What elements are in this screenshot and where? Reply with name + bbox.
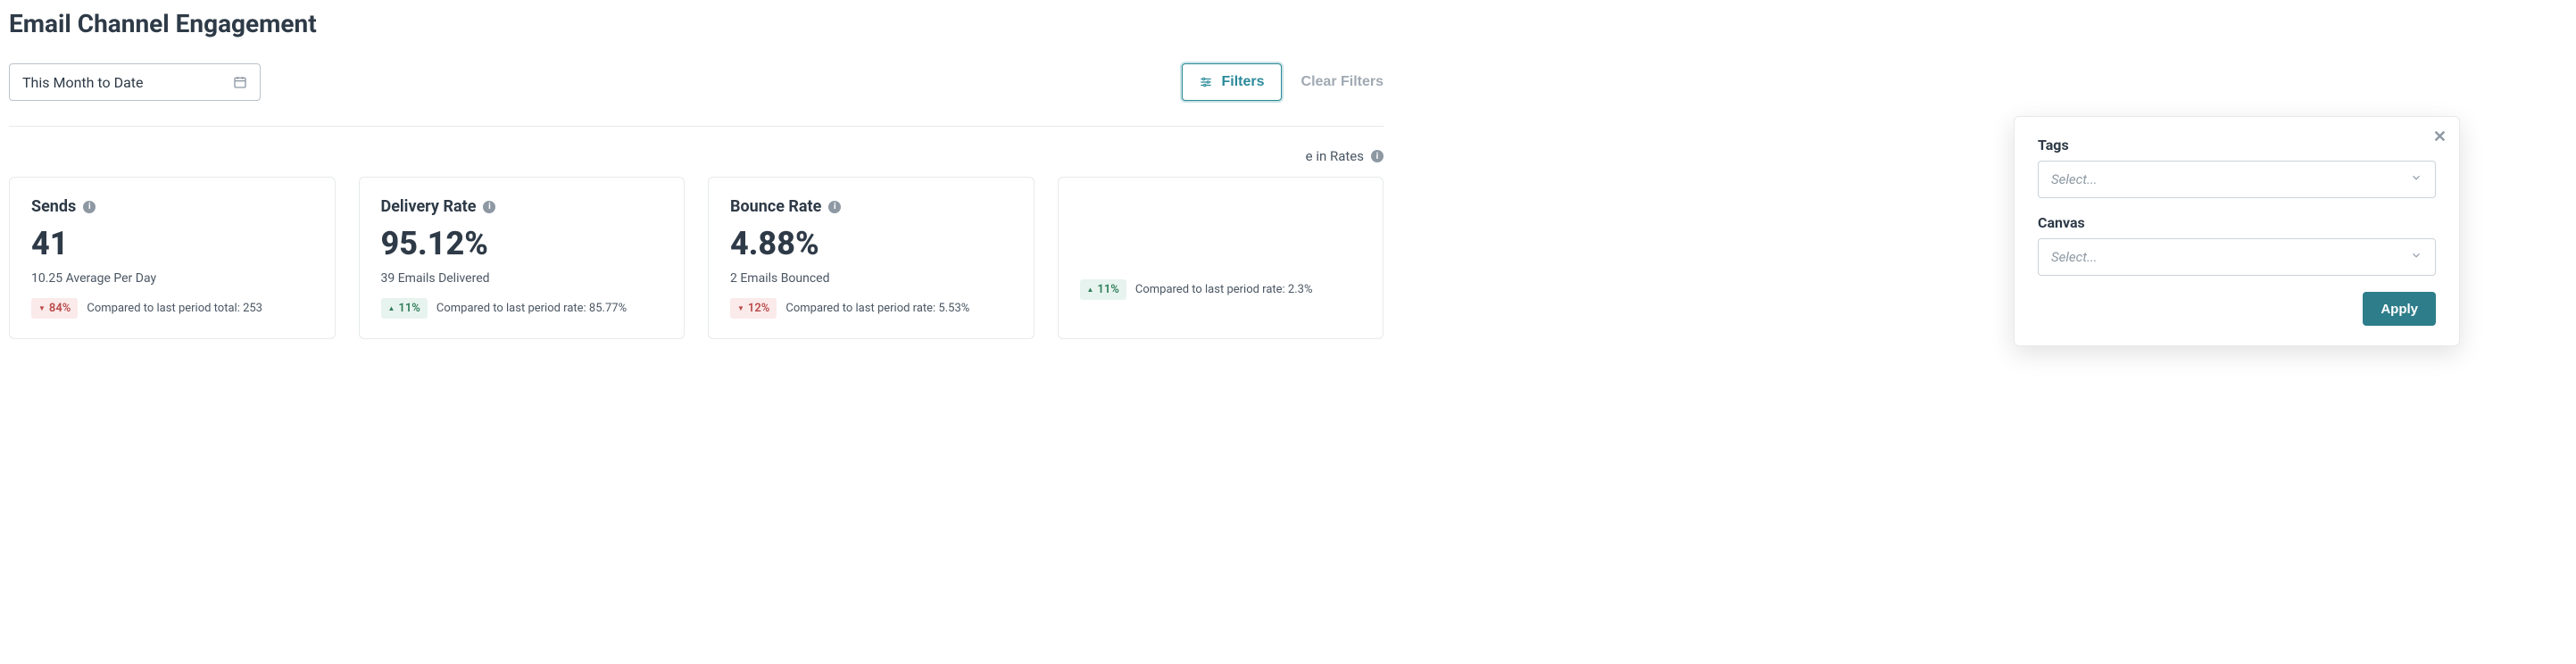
- caret-up-icon: ▲: [1087, 286, 1094, 294]
- caret-down-icon: ▼: [38, 305, 46, 312]
- delta-badge: ▲ 11%: [1080, 279, 1126, 300]
- close-button[interactable]: ✕: [2433, 128, 2447, 146]
- delta-badge: ▲ 11%: [381, 298, 428, 319]
- toolbar: This Month to Date Filter: [9, 63, 1384, 101]
- card-subtext: 2 Emails Bounced: [730, 271, 1012, 286]
- chevron-down-icon: [2410, 171, 2422, 187]
- filters-label: Filters: [1222, 74, 1265, 90]
- card-bounce-rate: Bounce Rate i 4.88% 2 Emails Bounced ▼ 1…: [708, 177, 1035, 339]
- tags-placeholder: Select...: [2051, 171, 2098, 187]
- card-title: Sends: [31, 197, 76, 216]
- card-title: Bounce Rate: [730, 197, 821, 216]
- delta-value: 11%: [398, 302, 420, 315]
- card-sends: Sends i 41 10.25 Average Per Day ▼ 84% C…: [9, 177, 336, 339]
- filters-button[interactable]: Filters: [1182, 63, 1282, 101]
- filters-popover: ✕ Tags Select... Canvas Select... Apply: [2014, 116, 2460, 346]
- card-value: 41: [31, 225, 313, 262]
- delta-value: 12%: [748, 302, 769, 315]
- card-hidden-metric: . . ▲ 11% Compared to last period rate: …: [1058, 177, 1384, 339]
- info-icon[interactable]: i: [828, 201, 841, 213]
- delta-value: 11%: [1097, 283, 1118, 296]
- card-value: 4.88%: [730, 225, 1012, 262]
- date-range-label: This Month to Date: [22, 74, 144, 91]
- card-subtext: 39 Emails Delivered: [381, 271, 663, 286]
- card-title: Delivery Rate: [381, 197, 477, 216]
- canvas-select[interactable]: Select...: [2038, 238, 2436, 276]
- info-icon[interactable]: i: [483, 201, 495, 213]
- delta-badge: ▼ 12%: [730, 298, 777, 319]
- compare-text: Compared to last period rate: 2.3%: [1135, 283, 1313, 296]
- delta-value: 84%: [49, 302, 71, 315]
- compare-text: Compared to last period total: 253: [87, 302, 262, 315]
- page-title: Email Channel Engagement: [9, 9, 1384, 38]
- canvas-placeholder: Select...: [2051, 249, 2098, 265]
- card-delivery-rate: Delivery Rate i 95.12% 39 Emails Deliver…: [359, 177, 686, 339]
- clear-filters-button[interactable]: Clear Filters: [1301, 74, 1384, 90]
- info-icon[interactable]: i: [83, 201, 96, 213]
- date-range-picker[interactable]: This Month to Date: [9, 63, 261, 101]
- tags-label: Tags: [2038, 137, 2436, 154]
- card-subtext: 10.25 Average Per Day: [31, 271, 313, 286]
- chevron-down-icon: [2410, 249, 2422, 265]
- delta-badge: ▼ 84%: [31, 298, 78, 319]
- compare-text: Compared to last period rate: 85.77%: [436, 302, 627, 315]
- card-value: 95.12%: [381, 225, 663, 262]
- apply-button[interactable]: Apply: [2363, 292, 2436, 326]
- sliders-icon: [1199, 76, 1213, 88]
- tags-select[interactable]: Select...: [2038, 161, 2436, 198]
- section-header-row: e in Rates i: [9, 148, 1384, 164]
- caret-down-icon: ▼: [737, 305, 744, 312]
- compare-text: Compared to last period rate: 5.53%: [785, 302, 969, 315]
- metric-cards: Sends i 41 10.25 Average Per Day ▼ 84% C…: [9, 177, 1384, 339]
- close-icon: ✕: [2433, 128, 2447, 145]
- canvas-label: Canvas: [2038, 214, 2436, 231]
- info-icon[interactable]: i: [1371, 150, 1384, 162]
- caret-up-icon: ▲: [388, 305, 395, 312]
- toolbar-right: Filters Clear Filters: [1182, 63, 1384, 101]
- calendar-icon: [233, 75, 247, 89]
- rates-label-fragment: e in Rates: [1306, 148, 1364, 164]
- divider: [9, 126, 1384, 127]
